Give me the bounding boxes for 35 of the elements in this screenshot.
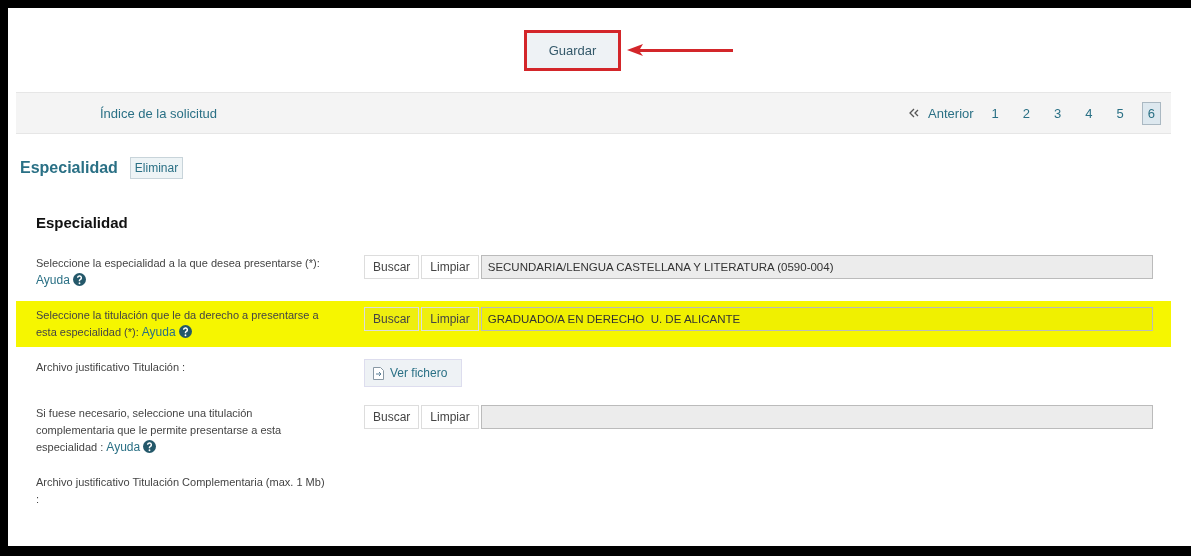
page-link[interactable]: 6 <box>1141 101 1161 125</box>
help-icon[interactable] <box>72 273 86 286</box>
field-label: Seleccione la especialidad a la que desea presentarse (*): Ayuda <box>36 256 321 289</box>
help-link[interactable]: Ayuda <box>141 325 176 339</box>
page-link[interactable]: 4 <box>1079 101 1099 125</box>
search-button[interactable]: Buscar <box>364 307 420 331</box>
selection-field[interactable]: SECUNDARIA/LENGUA CASTELLANA Y LITERATURA (0590-004) <box>480 255 1153 279</box>
delete-button[interactable]: Eliminar <box>129 157 184 179</box>
help-icon[interactable] <box>143 440 157 453</box>
chevrons-left-icon <box>908 107 921 119</box>
page-link[interactable]: 1 <box>985 101 1005 125</box>
page-link[interactable]: 3 <box>1048 101 1068 125</box>
view-file-button[interactable]: Ver fichero <box>364 359 463 387</box>
clear-button[interactable]: Limpiar <box>421 307 479 331</box>
field-label: Archivo justificativo Titulación Complementaria (max. 1 Mb) : <box>36 475 326 507</box>
field-label: Archivo justificativo Titulación : <box>36 360 187 375</box>
help-link[interactable]: Ayuda <box>36 273 70 287</box>
selection-field[interactable] <box>480 405 1153 429</box>
page-link[interactable]: 5 <box>1110 101 1130 125</box>
index-link[interactable]: Índice de la solicitud <box>100 105 218 121</box>
previous-link[interactable]: Anterior <box>928 105 974 121</box>
selection-field[interactable]: GRADUADO/A EN DERECHO U. DE ALICANTE <box>480 307 1153 331</box>
field-label: Si fuese necesario, seleccione una titulación complementaria que le permite presentarse a esta especialidad : Ayuda <box>36 406 283 456</box>
save-button[interactable]: Guardar <box>523 29 622 71</box>
help-icon[interactable] <box>178 325 192 338</box>
clear-button[interactable]: Limpiar <box>421 405 479 429</box>
clear-button[interactable]: Limpiar <box>421 255 479 279</box>
section-title: Especialidad <box>20 159 118 177</box>
help-link[interactable]: Ayuda <box>106 440 141 454</box>
search-button[interactable]: Buscar <box>364 255 420 279</box>
page-link[interactable]: 2 <box>1016 101 1037 125</box>
subsection-title: Especialidad <box>36 214 129 231</box>
field-label: Seleccione la titulación que le da derecho a presentarse a esta especialidad (*): Ayuda <box>36 308 320 341</box>
document-icon <box>373 366 384 380</box>
search-button[interactable]: Buscar <box>364 405 420 429</box>
